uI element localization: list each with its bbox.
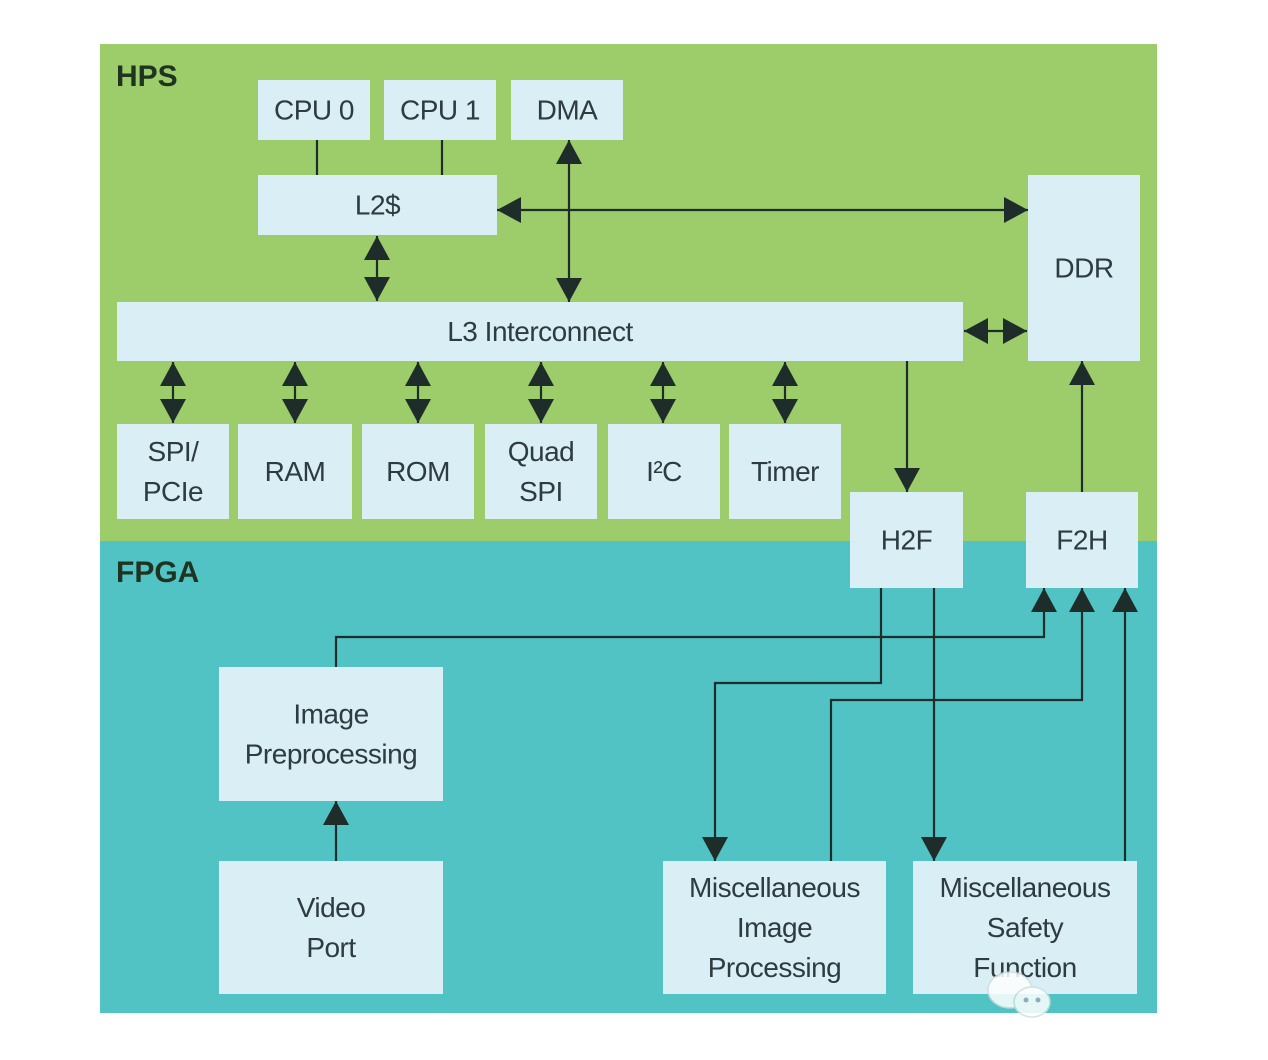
block-label: CPU 0 — [274, 94, 354, 125]
block-ddr: DDR — [1028, 175, 1140, 361]
block-label: Video — [297, 892, 366, 923]
block-label: Miscellaneous — [689, 872, 860, 903]
block-quad-spi: Quad SPI — [485, 424, 597, 519]
block-label: L3 Interconnect — [447, 316, 633, 347]
block-timer: Timer — [729, 424, 841, 519]
block-image-pre: Image Preprocessing — [219, 667, 443, 801]
block-label: Safety — [987, 912, 1064, 943]
block-cpu1: CPU 1 — [384, 80, 496, 140]
block-label: ROM — [386, 456, 450, 487]
block-label: Processing — [708, 952, 842, 983]
block-label: Image — [737, 912, 812, 943]
block-video-port: Video Port — [219, 861, 443, 994]
block-l2: L2$ — [258, 175, 497, 235]
block-label: CPU 1 — [400, 94, 480, 125]
block-i2c: I²C — [608, 424, 720, 519]
block-label: F2H — [1056, 524, 1107, 555]
hps-fpga-diagram: HPS FPGA CPU 0 CPU 1 DMA L2$ DDR L3 Interconn… — [100, 44, 1157, 1018]
block-label: I²C — [646, 456, 682, 487]
block-ram: RAM — [238, 424, 352, 519]
block-label: Miscellaneous — [940, 872, 1111, 903]
block-label: Preprocessing — [245, 738, 417, 769]
block-h2f: H2F — [850, 492, 963, 588]
block-label: DMA — [537, 94, 599, 125]
block-label: RAM — [265, 456, 326, 487]
block-cpu0: CPU 0 — [258, 80, 370, 140]
block-label: PCIe — [143, 476, 203, 507]
block-spi-pcie: SPI/PCIe — [117, 424, 229, 519]
block-label: L2$ — [355, 189, 401, 220]
block-f2h: F2H — [1026, 492, 1138, 588]
block-label: Port — [306, 932, 356, 963]
block-label: DDR — [1054, 252, 1113, 283]
block-l3: L3 Interconnect — [117, 302, 963, 361]
block-label: H2F — [881, 524, 932, 555]
block-misc-safety: MiscellaneousSafetyFunction — [913, 861, 1137, 994]
fpga-label: FPGA — [116, 556, 199, 589]
block-rom: ROM — [362, 424, 474, 519]
block-label: Quad — [508, 436, 575, 467]
hps-label: HPS — [116, 60, 178, 93]
block-misc-image: Miscellaneous Image Processing — [663, 861, 886, 994]
block-label: Image — [293, 698, 368, 729]
block-label: SPI/ — [148, 436, 200, 467]
block-label: SPI — [519, 476, 563, 507]
block-label: Timer — [751, 456, 819, 487]
block-dma: DMA — [511, 80, 623, 140]
